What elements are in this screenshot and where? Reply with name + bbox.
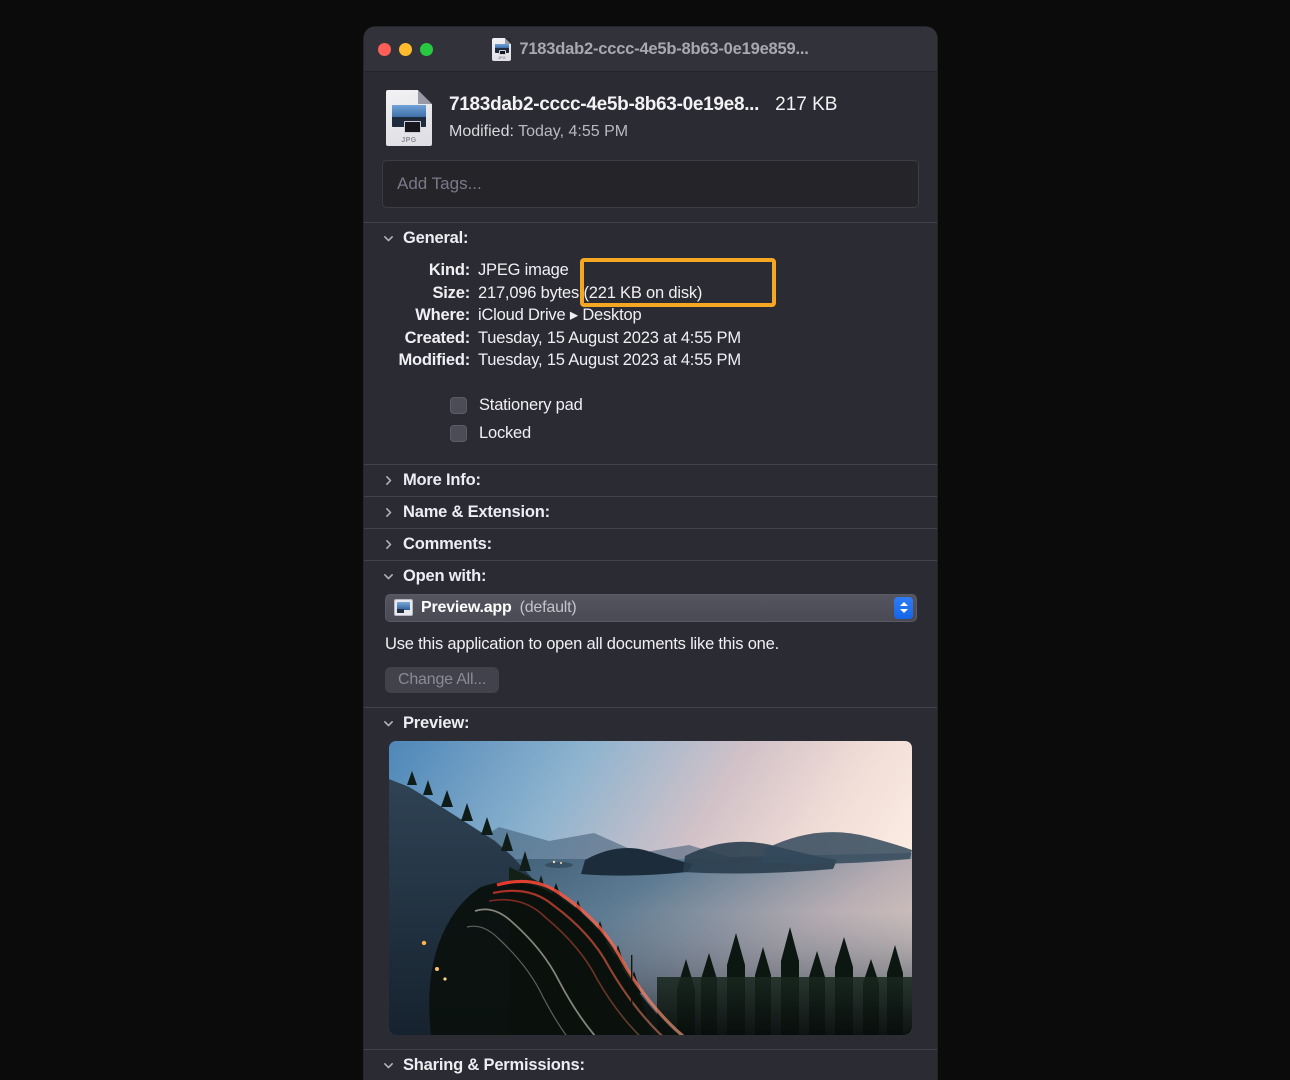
info-value: Tuesday, 15 August 2023 at 4:55 PM bbox=[478, 328, 741, 347]
info-row-modified: Modified: Tuesday, 15 August 2023 at 4:5… bbox=[364, 349, 937, 372]
chevron-down-icon[interactable] bbox=[383, 233, 394, 244]
section-name-extension: Name & Extension: bbox=[364, 496, 937, 528]
file-modified-label: Modified: bbox=[449, 123, 514, 140]
section-title-open-with: Open with: bbox=[403, 566, 487, 585]
info-value: Tuesday, 15 August 2023 at 4:55 PM bbox=[478, 351, 741, 369]
section-title-more-info: More Info: bbox=[403, 470, 481, 489]
section-general: General: Kind: JPEG image Size: 217,096 … bbox=[364, 223, 937, 464]
change-all-button[interactable]: Change All... bbox=[385, 666, 500, 693]
file-header: JPG 7183dab2-cccc-4e5b-8b63-0e19e8... 21… bbox=[364, 72, 937, 160]
locked-checkbox[interactable] bbox=[450, 425, 467, 442]
section-header-comments[interactable]: Comments: bbox=[364, 529, 937, 560]
chevron-right-icon[interactable] bbox=[383, 507, 394, 518]
section-header-general[interactable]: General: bbox=[364, 223, 937, 254]
file-modified-line: Modified: Today, 4:55 PM bbox=[449, 123, 917, 141]
add-tags-field[interactable]: Add Tags... bbox=[382, 160, 919, 208]
file-modified-value: Today, 4:55 PM bbox=[518, 123, 629, 140]
minimize-button[interactable] bbox=[399, 42, 412, 56]
section-header-preview[interactable]: Preview: bbox=[364, 708, 937, 739]
info-row-kind: Kind: JPEG image bbox=[364, 259, 937, 282]
window-titlebar[interactable]: JPG 7183dab2-cccc-4e5b-8b63-0e19e859... bbox=[364, 27, 937, 72]
info-value: 217,096 bytes (221 KB on disk) bbox=[478, 283, 703, 302]
section-open-with: Open with: Preview.app (default) Use thi… bbox=[364, 560, 937, 707]
file-name[interactable]: 7183dab2-cccc-4e5b-8b63-0e19e8... bbox=[449, 94, 759, 116]
locked-label: Locked bbox=[479, 424, 532, 442]
chevron-down-icon[interactable] bbox=[383, 1060, 394, 1071]
section-sharing-permissions: Sharing & Permissions: bbox=[364, 1049, 937, 1080]
info-key: Kind: bbox=[428, 261, 470, 279]
tags-section: Add Tags... bbox=[364, 160, 937, 222]
chevron-down-icon[interactable] bbox=[383, 571, 394, 582]
desktop-background: JPG 7183dab2-cccc-4e5b-8b63-0e19e859... … bbox=[0, 0, 1290, 1080]
section-title-sharing-permissions: Sharing & Permissions: bbox=[403, 1055, 585, 1074]
section-more-info: More Info: bbox=[364, 464, 937, 496]
info-key: Created: bbox=[404, 328, 471, 347]
jpg-document-icon[interactable]: JPG bbox=[386, 90, 432, 146]
section-title-name-extension: Name & Extension: bbox=[403, 502, 550, 521]
checkbox-row-stationery-pad[interactable]: Stationery pad bbox=[450, 392, 937, 420]
chevron-down-icon[interactable] bbox=[383, 718, 394, 729]
general-checkboxes: Stationery pad Locked bbox=[364, 392, 937, 448]
default-app-dropdown[interactable]: Preview.app (default) bbox=[385, 593, 917, 622]
info-value: JPEG image bbox=[478, 261, 569, 279]
section-header-sharing-permissions[interactable]: Sharing & Permissions: bbox=[364, 1050, 937, 1080]
section-title-preview: Preview: bbox=[403, 713, 470, 732]
section-header-more-info[interactable]: More Info: bbox=[364, 465, 937, 496]
info-row-size: Size: 217,096 bytes (221 KB on disk) bbox=[364, 282, 937, 305]
section-comments: Comments: bbox=[364, 528, 937, 560]
add-tags-placeholder: Add Tags... bbox=[397, 174, 482, 193]
window-title: 7183dab2-cccc-4e5b-8b63-0e19e859... bbox=[519, 39, 809, 58]
section-header-open-with[interactable]: Open with: bbox=[364, 561, 937, 592]
window-traffic-lights bbox=[378, 42, 433, 56]
chevron-updown-icon[interactable] bbox=[894, 596, 913, 619]
info-value: iCloud Drive ▸ Desktop bbox=[478, 306, 642, 324]
section-title-comments: Comments: bbox=[403, 534, 492, 553]
window-title-group: JPG 7183dab2-cccc-4e5b-8b63-0e19e859... bbox=[364, 27, 937, 71]
preview-image[interactable] bbox=[389, 740, 912, 1035]
section-header-name-extension[interactable]: Name & Extension: bbox=[364, 497, 937, 528]
zoom-button[interactable] bbox=[420, 42, 433, 56]
preview-app-icon bbox=[394, 599, 413, 616]
info-row-created: Created: Tuesday, 15 August 2023 at 4:55… bbox=[364, 327, 937, 350]
general-body: Kind: JPEG image Size: 217,096 bytes (22… bbox=[364, 254, 937, 464]
default-app-suffix: (default) bbox=[519, 598, 577, 616]
open-with-note: Use this application to open all documen… bbox=[385, 634, 780, 653]
file-size: 217 KB bbox=[775, 94, 838, 115]
default-app-name: Preview.app bbox=[421, 598, 512, 616]
preview-body bbox=[364, 739, 937, 1049]
checkbox-row-locked[interactable]: Locked bbox=[450, 420, 937, 448]
info-key: Where: bbox=[415, 306, 470, 324]
stationery-pad-checkbox[interactable] bbox=[450, 397, 467, 414]
chevron-right-icon[interactable] bbox=[383, 539, 394, 550]
close-button[interactable] bbox=[378, 42, 391, 56]
stationery-pad-label: Stationery pad bbox=[479, 396, 583, 414]
info-key: Size: bbox=[432, 283, 470, 302]
chevron-right-icon[interactable] bbox=[383, 475, 394, 486]
section-title-general: General: bbox=[403, 229, 469, 247]
get-info-window: JPG 7183dab2-cccc-4e5b-8b63-0e19e859... … bbox=[364, 27, 937, 1080]
section-preview: Preview: bbox=[364, 707, 937, 1049]
open-with-body: Preview.app (default) Use this applicati… bbox=[364, 592, 937, 707]
jpg-document-icon: JPG bbox=[492, 37, 512, 61]
info-key: Modified: bbox=[398, 351, 470, 369]
info-row-where: Where: iCloud Drive ▸ Desktop bbox=[364, 304, 937, 327]
